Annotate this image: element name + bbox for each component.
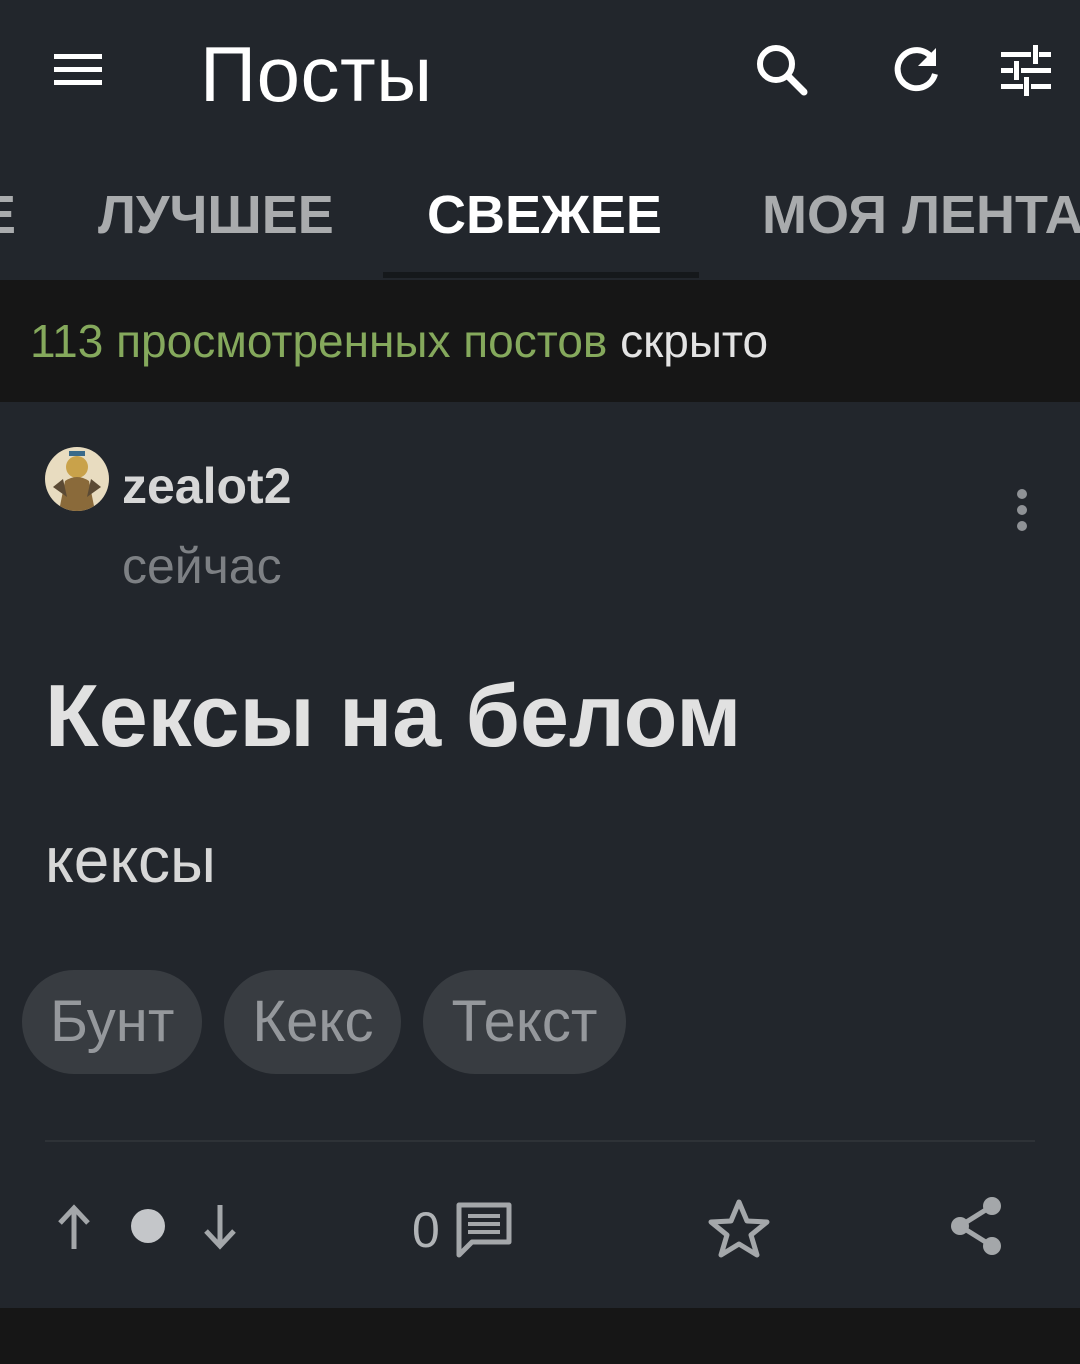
arrow-down-icon[interactable]	[194, 1192, 246, 1262]
sliders-icon[interactable]	[986, 30, 1066, 110]
next-post-edge	[0, 1308, 1080, 1364]
feed-tabs: Е ЛУЧШЕЕ СВЕЖЕЕ МОЯ ЛЕНТА	[0, 150, 1080, 280]
divider	[45, 1140, 1035, 1142]
tag-chip[interactable]: Кекс	[224, 970, 402, 1074]
rating-dot-icon	[126, 1204, 170, 1248]
tag-chip[interactable]: Бунт	[22, 970, 203, 1074]
tab-best[interactable]: ЛУЧШЕЕ	[98, 182, 334, 248]
tab-partial[interactable]: Е	[0, 182, 16, 248]
comments-count: 0	[412, 1202, 440, 1258]
search-icon[interactable]	[742, 30, 822, 110]
page-title: Посты	[200, 30, 433, 118]
star-icon[interactable]	[704, 1194, 774, 1264]
post-author[interactable]: zealot2	[122, 454, 292, 518]
arrow-up-icon[interactable]	[48, 1192, 100, 1262]
comments-button[interactable]: 0	[412, 1190, 514, 1270]
app-bar: Посты	[0, 0, 1080, 150]
avatar[interactable]	[45, 447, 109, 511]
hidden-posts-count: 113 просмотренных постов	[30, 315, 608, 367]
post-actions: 0	[0, 1182, 1080, 1272]
post-card: zealot2 сейчас Кексы на белом кексы Бунт…	[0, 402, 1080, 1308]
post-time: сейчас	[122, 538, 282, 594]
tag-list: Бунт Кекс Текст	[22, 970, 626, 1074]
hidden-posts-notice[interactable]: 113 просмотренных постов скрыто	[0, 280, 1080, 402]
active-tab-indicator	[383, 272, 699, 278]
hidden-posts-status: скрыто	[620, 315, 769, 367]
post-title[interactable]: Кексы на белом	[45, 664, 741, 768]
share-icon[interactable]	[944, 1194, 1008, 1258]
tab-my-feed[interactable]: МОЯ ЛЕНТА	[762, 182, 1080, 248]
tag-chip[interactable]: Текст	[423, 970, 626, 1074]
refresh-icon[interactable]	[876, 30, 956, 110]
hamburger-menu-icon[interactable]	[38, 30, 118, 110]
comments-icon	[456, 1202, 512, 1258]
post-body: кексы	[45, 824, 217, 896]
tab-fresh[interactable]: СВЕЖЕЕ	[427, 182, 662, 248]
more-vertical-icon[interactable]	[992, 480, 1052, 540]
